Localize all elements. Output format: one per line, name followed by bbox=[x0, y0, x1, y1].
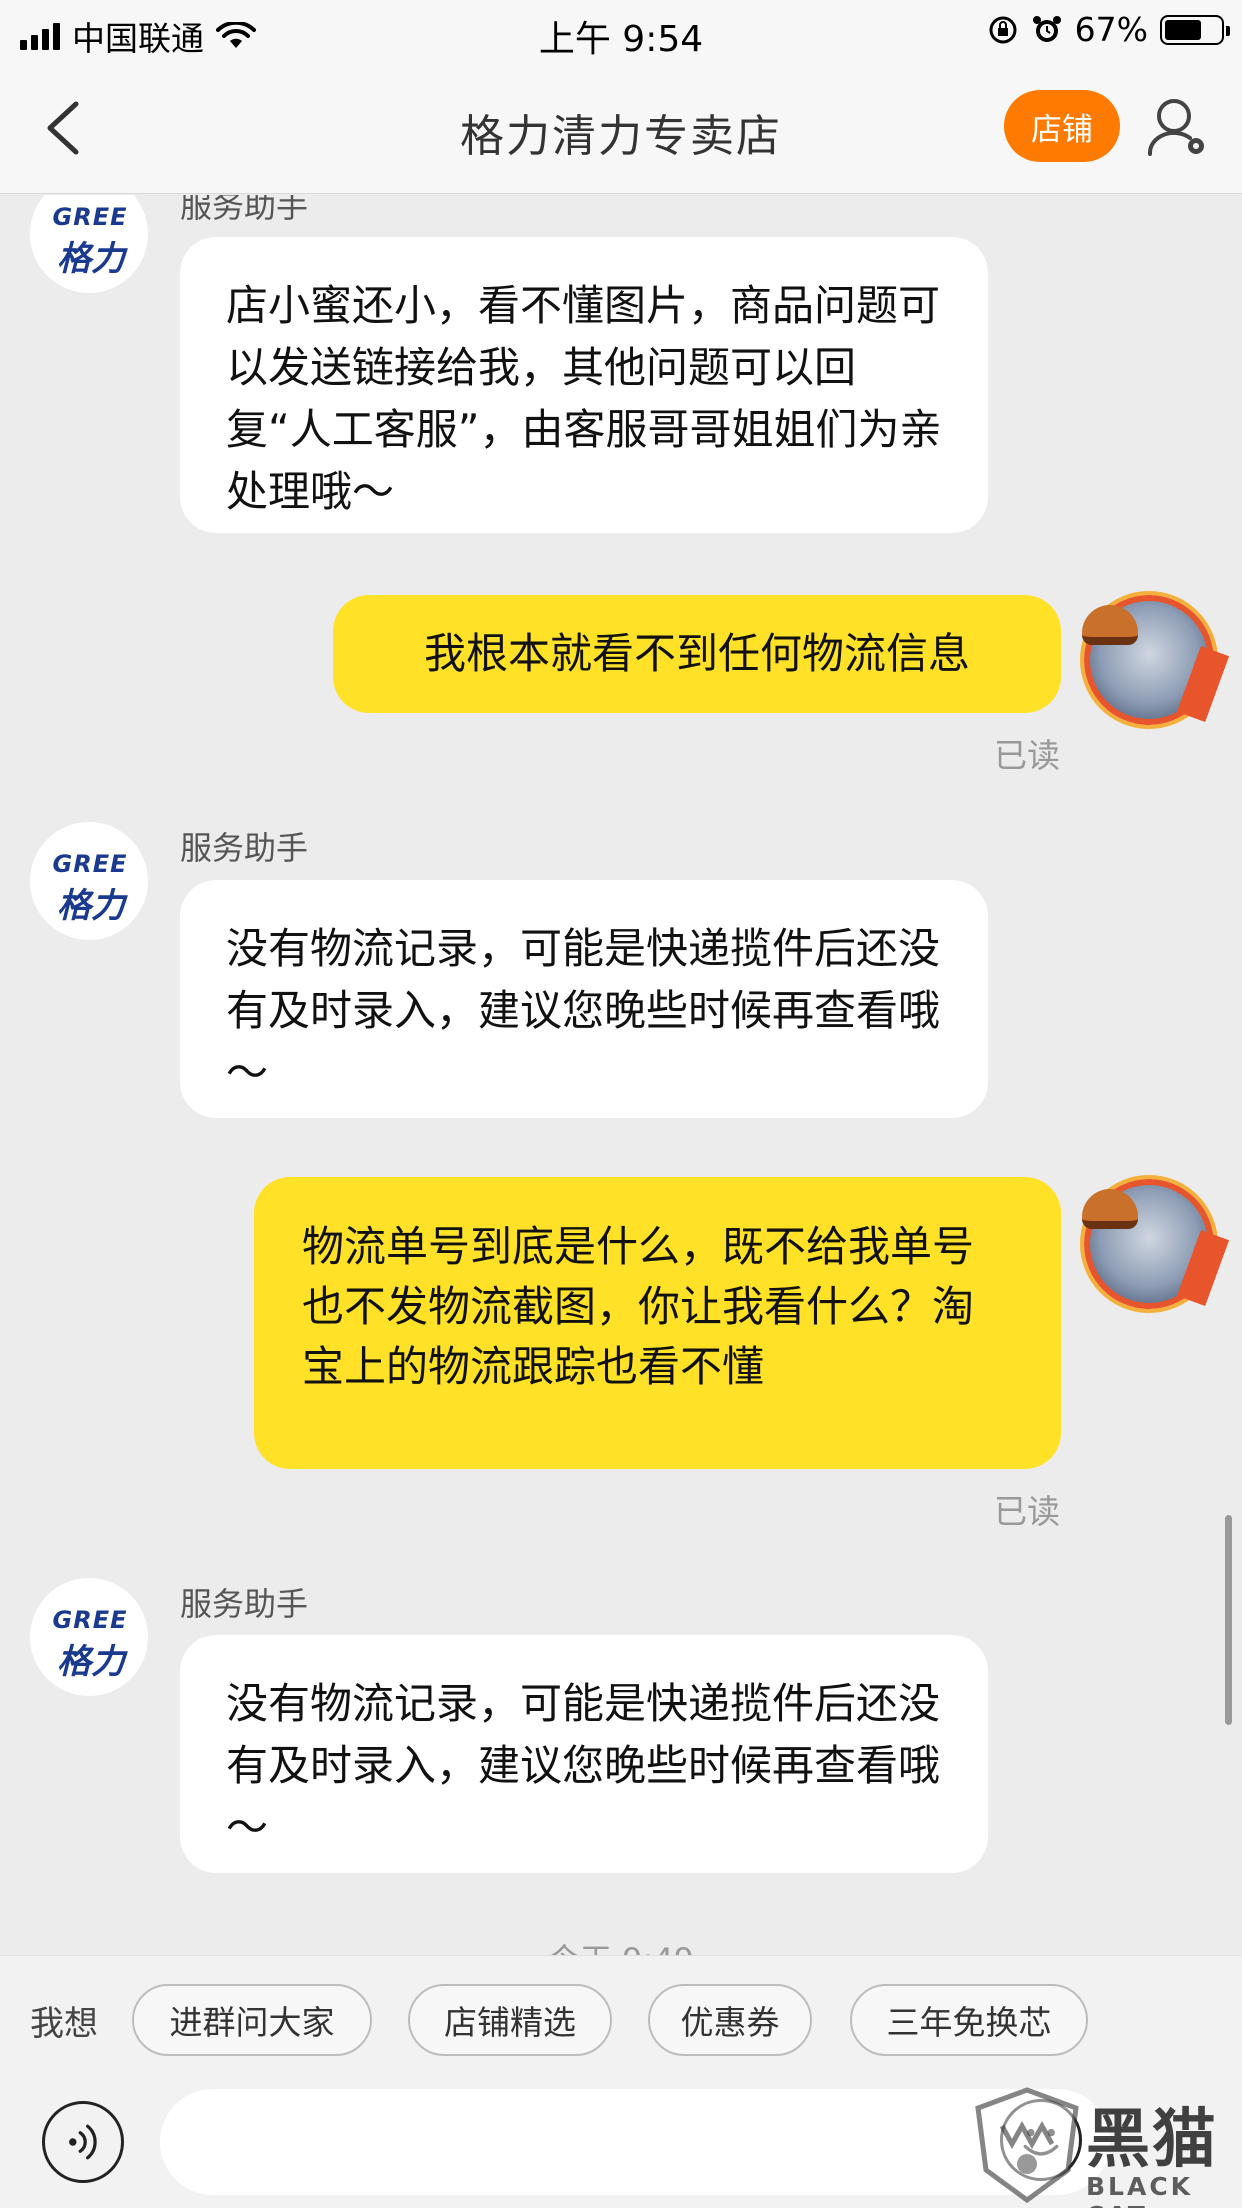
sender-name: 服务助手 bbox=[180, 195, 309, 225]
battery-icon bbox=[1160, 14, 1230, 45]
gree-logo-en: GREE bbox=[52, 203, 128, 231]
outgoing-message[interactable]: 物流单号到底是什么，既不给我单号也不发物流截图，你让我看什么？淘宝上的物流跟踪也… bbox=[254, 1177, 1061, 1469]
voice-icon[interactable] bbox=[42, 2101, 124, 2183]
user-avatar[interactable] bbox=[1080, 1175, 1230, 1313]
gree-logo-cn: 格力 bbox=[57, 239, 125, 279]
incoming-message[interactable]: 没有物流记录，可能是快递揽件后还没有及时录入，建议您晚些时候再查看哦～ bbox=[180, 880, 988, 1118]
outgoing-message[interactable]: 我根本就看不到任何物流信息 bbox=[333, 595, 1061, 713]
chip-store-picks[interactable]: 店铺精选 bbox=[408, 1984, 612, 2056]
alarm-icon bbox=[1032, 15, 1061, 42]
incoming-message[interactable]: 没有物流记录，可能是快递揽件后还没有及时录入，建议您晚些时候再查看哦～ bbox=[180, 1635, 988, 1873]
quick-reply-label: 我想 bbox=[30, 2004, 98, 2044]
sender-name: 服务助手 bbox=[180, 1585, 309, 1623]
quick-reply-bar: 我想 进群问大家 店铺精选 优惠券 三年免换芯 bbox=[0, 1955, 1242, 2079]
read-status: 已读 bbox=[994, 1492, 1060, 1531]
gree-logo-cn: 格力 bbox=[57, 1642, 125, 1682]
gree-logo-cn: 格力 bbox=[57, 886, 125, 926]
watermark-en: BLACK CAT bbox=[1086, 2172, 1194, 2208]
nav-bar: 格力清力专卖店 店铺 bbox=[0, 62, 1242, 194]
gree-logo-en: GREE bbox=[52, 1606, 128, 1634]
watermark-cn: 黑猫 bbox=[1086, 2103, 1218, 2177]
status-right: 67% bbox=[987, 10, 1230, 49]
profile-settings-icon[interactable] bbox=[1146, 94, 1210, 160]
chip-filter-warranty[interactable]: 三年免换芯 bbox=[850, 1984, 1088, 2056]
incoming-message[interactable]: 店小蜜还小，看不懂图片，商品问题可以发送链接给我，其他问题可以回复“人工客服”，… bbox=[180, 237, 988, 533]
cat-shield-icon bbox=[975, 2087, 1079, 2204]
store-button[interactable]: 店铺 bbox=[1004, 90, 1120, 162]
gree-avatar[interactable]: GREE 格力 bbox=[30, 1578, 148, 1696]
user-avatar[interactable] bbox=[1080, 591, 1230, 729]
watermark: 黑猫 BLACK CAT bbox=[968, 2080, 1242, 2208]
sender-name: 服务助手 bbox=[180, 829, 309, 867]
scrollbar[interactable] bbox=[1225, 1515, 1232, 1725]
chip-join-group[interactable]: 进群问大家 bbox=[132, 1984, 372, 2056]
timestamp-divider: 今天 9:49 bbox=[0, 1935, 1242, 1955]
battery-percent: 67% bbox=[1074, 10, 1148, 49]
gree-avatar[interactable]: GREE 格力 bbox=[30, 822, 148, 940]
chip-coupons[interactable]: 优惠券 bbox=[648, 1984, 812, 2056]
read-status: 已读 bbox=[994, 736, 1060, 775]
gree-logo-en: GREE bbox=[52, 850, 128, 878]
gree-avatar[interactable]: GREE 格力 bbox=[30, 195, 148, 293]
chat-area[interactable]: GREE 格力 服务助手 店小蜜还小，看不懂图片，商品问题可以发送链接给我，其他… bbox=[0, 195, 1242, 1955]
rotation-lock-icon bbox=[989, 16, 1017, 43]
battery-fill bbox=[1165, 19, 1202, 40]
status-bar: 中国联通 上午 9:54 67% bbox=[0, 0, 1242, 62]
